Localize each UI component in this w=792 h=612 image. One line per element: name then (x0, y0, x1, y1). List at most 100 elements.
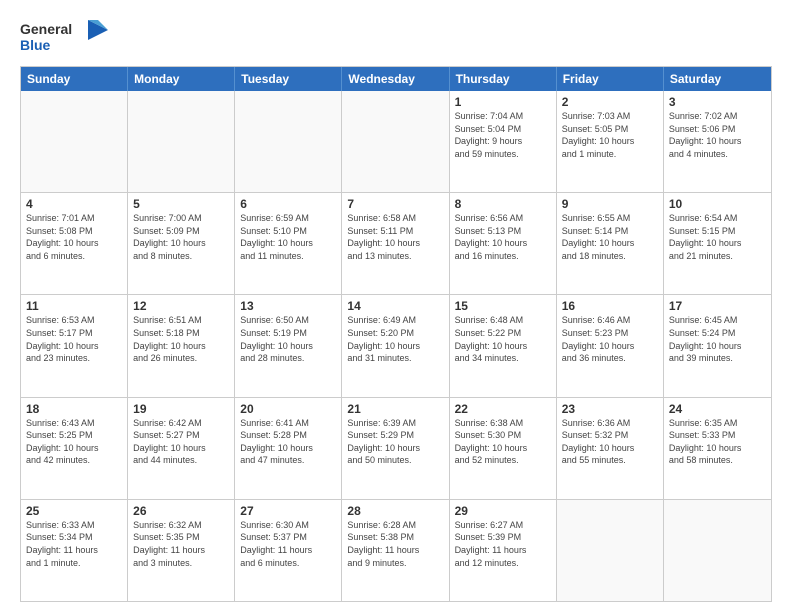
day-info: Sunrise: 6:30 AMSunset: 5:37 PMDaylight:… (240, 519, 336, 569)
day-number: 15 (455, 299, 551, 313)
day-info: Sunrise: 6:32 AMSunset: 5:35 PMDaylight:… (133, 519, 229, 569)
day-info: Sunrise: 6:35 AMSunset: 5:33 PMDaylight:… (669, 417, 766, 467)
calendar-row: 25Sunrise: 6:33 AMSunset: 5:34 PMDayligh… (21, 500, 771, 601)
day-info: Sunrise: 6:56 AMSunset: 5:13 PMDaylight:… (455, 212, 551, 262)
day-number: 8 (455, 197, 551, 211)
day-info: Sunrise: 6:28 AMSunset: 5:38 PMDaylight:… (347, 519, 443, 569)
day-number: 9 (562, 197, 658, 211)
day-number: 24 (669, 402, 766, 416)
day-number: 28 (347, 504, 443, 518)
calendar-cell (342, 91, 449, 192)
day-info: Sunrise: 6:38 AMSunset: 5:30 PMDaylight:… (455, 417, 551, 467)
day-number: 3 (669, 95, 766, 109)
calendar-cell: 15Sunrise: 6:48 AMSunset: 5:22 PMDayligh… (450, 295, 557, 396)
calendar-cell: 29Sunrise: 6:27 AMSunset: 5:39 PMDayligh… (450, 500, 557, 601)
calendar-header-cell: Sunday (21, 67, 128, 91)
calendar-cell: 20Sunrise: 6:41 AMSunset: 5:28 PMDayligh… (235, 398, 342, 499)
calendar-cell: 14Sunrise: 6:49 AMSunset: 5:20 PMDayligh… (342, 295, 449, 396)
day-number: 7 (347, 197, 443, 211)
calendar-cell: 2Sunrise: 7:03 AMSunset: 5:05 PMDaylight… (557, 91, 664, 192)
day-info: Sunrise: 6:59 AMSunset: 5:10 PMDaylight:… (240, 212, 336, 262)
calendar-cell: 13Sunrise: 6:50 AMSunset: 5:19 PMDayligh… (235, 295, 342, 396)
calendar-cell (664, 500, 771, 601)
day-info: Sunrise: 6:46 AMSunset: 5:23 PMDaylight:… (562, 314, 658, 364)
calendar-cell: 21Sunrise: 6:39 AMSunset: 5:29 PMDayligh… (342, 398, 449, 499)
day-info: Sunrise: 6:58 AMSunset: 5:11 PMDaylight:… (347, 212, 443, 262)
day-info: Sunrise: 7:03 AMSunset: 5:05 PMDaylight:… (562, 110, 658, 160)
day-info: Sunrise: 7:04 AMSunset: 5:04 PMDaylight:… (455, 110, 551, 160)
calendar: SundayMondayTuesdayWednesdayThursdayFrid… (20, 66, 772, 602)
svg-text:Blue: Blue (20, 37, 51, 53)
day-number: 17 (669, 299, 766, 313)
calendar-cell: 9Sunrise: 6:55 AMSunset: 5:14 PMDaylight… (557, 193, 664, 294)
calendar-row: 1Sunrise: 7:04 AMSunset: 5:04 PMDaylight… (21, 91, 771, 193)
day-number: 23 (562, 402, 658, 416)
calendar-header: SundayMondayTuesdayWednesdayThursdayFrid… (21, 67, 771, 91)
calendar-cell: 28Sunrise: 6:28 AMSunset: 5:38 PMDayligh… (342, 500, 449, 601)
day-info: Sunrise: 6:50 AMSunset: 5:19 PMDaylight:… (240, 314, 336, 364)
day-number: 5 (133, 197, 229, 211)
calendar-body: 1Sunrise: 7:04 AMSunset: 5:04 PMDaylight… (21, 91, 771, 601)
calendar-header-cell: Monday (128, 67, 235, 91)
day-number: 25 (26, 504, 122, 518)
calendar-cell: 24Sunrise: 6:35 AMSunset: 5:33 PMDayligh… (664, 398, 771, 499)
day-number: 22 (455, 402, 551, 416)
calendar-cell: 1Sunrise: 7:04 AMSunset: 5:04 PMDaylight… (450, 91, 557, 192)
day-number: 26 (133, 504, 229, 518)
calendar-cell (235, 91, 342, 192)
day-info: Sunrise: 7:01 AMSunset: 5:08 PMDaylight:… (26, 212, 122, 262)
day-info: Sunrise: 6:54 AMSunset: 5:15 PMDaylight:… (669, 212, 766, 262)
day-number: 1 (455, 95, 551, 109)
day-number: 12 (133, 299, 229, 313)
day-info: Sunrise: 6:36 AMSunset: 5:32 PMDaylight:… (562, 417, 658, 467)
day-number: 27 (240, 504, 336, 518)
day-info: Sunrise: 6:42 AMSunset: 5:27 PMDaylight:… (133, 417, 229, 467)
day-info: Sunrise: 6:43 AMSunset: 5:25 PMDaylight:… (26, 417, 122, 467)
calendar-cell: 19Sunrise: 6:42 AMSunset: 5:27 PMDayligh… (128, 398, 235, 499)
day-number: 2 (562, 95, 658, 109)
calendar-row: 4Sunrise: 7:01 AMSunset: 5:08 PMDaylight… (21, 193, 771, 295)
day-info: Sunrise: 6:45 AMSunset: 5:24 PMDaylight:… (669, 314, 766, 364)
calendar-cell: 4Sunrise: 7:01 AMSunset: 5:08 PMDaylight… (21, 193, 128, 294)
day-number: 11 (26, 299, 122, 313)
calendar-row: 18Sunrise: 6:43 AMSunset: 5:25 PMDayligh… (21, 398, 771, 500)
day-number: 13 (240, 299, 336, 313)
day-number: 16 (562, 299, 658, 313)
day-info: Sunrise: 6:55 AMSunset: 5:14 PMDaylight:… (562, 212, 658, 262)
calendar-row: 11Sunrise: 6:53 AMSunset: 5:17 PMDayligh… (21, 295, 771, 397)
day-number: 20 (240, 402, 336, 416)
calendar-cell: 6Sunrise: 6:59 AMSunset: 5:10 PMDaylight… (235, 193, 342, 294)
calendar-cell: 12Sunrise: 6:51 AMSunset: 5:18 PMDayligh… (128, 295, 235, 396)
calendar-cell: 7Sunrise: 6:58 AMSunset: 5:11 PMDaylight… (342, 193, 449, 294)
calendar-cell: 8Sunrise: 6:56 AMSunset: 5:13 PMDaylight… (450, 193, 557, 294)
day-number: 14 (347, 299, 443, 313)
calendar-cell: 18Sunrise: 6:43 AMSunset: 5:25 PMDayligh… (21, 398, 128, 499)
calendar-cell: 17Sunrise: 6:45 AMSunset: 5:24 PMDayligh… (664, 295, 771, 396)
svg-text:General: General (20, 21, 72, 37)
day-info: Sunrise: 7:00 AMSunset: 5:09 PMDaylight:… (133, 212, 229, 262)
calendar-cell: 26Sunrise: 6:32 AMSunset: 5:35 PMDayligh… (128, 500, 235, 601)
calendar-cell: 11Sunrise: 6:53 AMSunset: 5:17 PMDayligh… (21, 295, 128, 396)
calendar-cell: 27Sunrise: 6:30 AMSunset: 5:37 PMDayligh… (235, 500, 342, 601)
day-info: Sunrise: 6:51 AMSunset: 5:18 PMDaylight:… (133, 314, 229, 364)
calendar-header-cell: Thursday (450, 67, 557, 91)
calendar-header-cell: Tuesday (235, 67, 342, 91)
calendar-header-cell: Friday (557, 67, 664, 91)
day-info: Sunrise: 6:41 AMSunset: 5:28 PMDaylight:… (240, 417, 336, 467)
day-number: 6 (240, 197, 336, 211)
day-number: 10 (669, 197, 766, 211)
calendar-cell (128, 91, 235, 192)
day-info: Sunrise: 6:49 AMSunset: 5:20 PMDaylight:… (347, 314, 443, 364)
calendar-cell: 22Sunrise: 6:38 AMSunset: 5:30 PMDayligh… (450, 398, 557, 499)
calendar-cell (557, 500, 664, 601)
calendar-cell (21, 91, 128, 192)
calendar-cell: 16Sunrise: 6:46 AMSunset: 5:23 PMDayligh… (557, 295, 664, 396)
day-info: Sunrise: 6:53 AMSunset: 5:17 PMDaylight:… (26, 314, 122, 364)
day-number: 19 (133, 402, 229, 416)
calendar-cell: 5Sunrise: 7:00 AMSunset: 5:09 PMDaylight… (128, 193, 235, 294)
day-number: 29 (455, 504, 551, 518)
day-info: Sunrise: 7:02 AMSunset: 5:06 PMDaylight:… (669, 110, 766, 160)
day-info: Sunrise: 6:39 AMSunset: 5:29 PMDaylight:… (347, 417, 443, 467)
day-number: 4 (26, 197, 122, 211)
calendar-cell: 25Sunrise: 6:33 AMSunset: 5:34 PMDayligh… (21, 500, 128, 601)
